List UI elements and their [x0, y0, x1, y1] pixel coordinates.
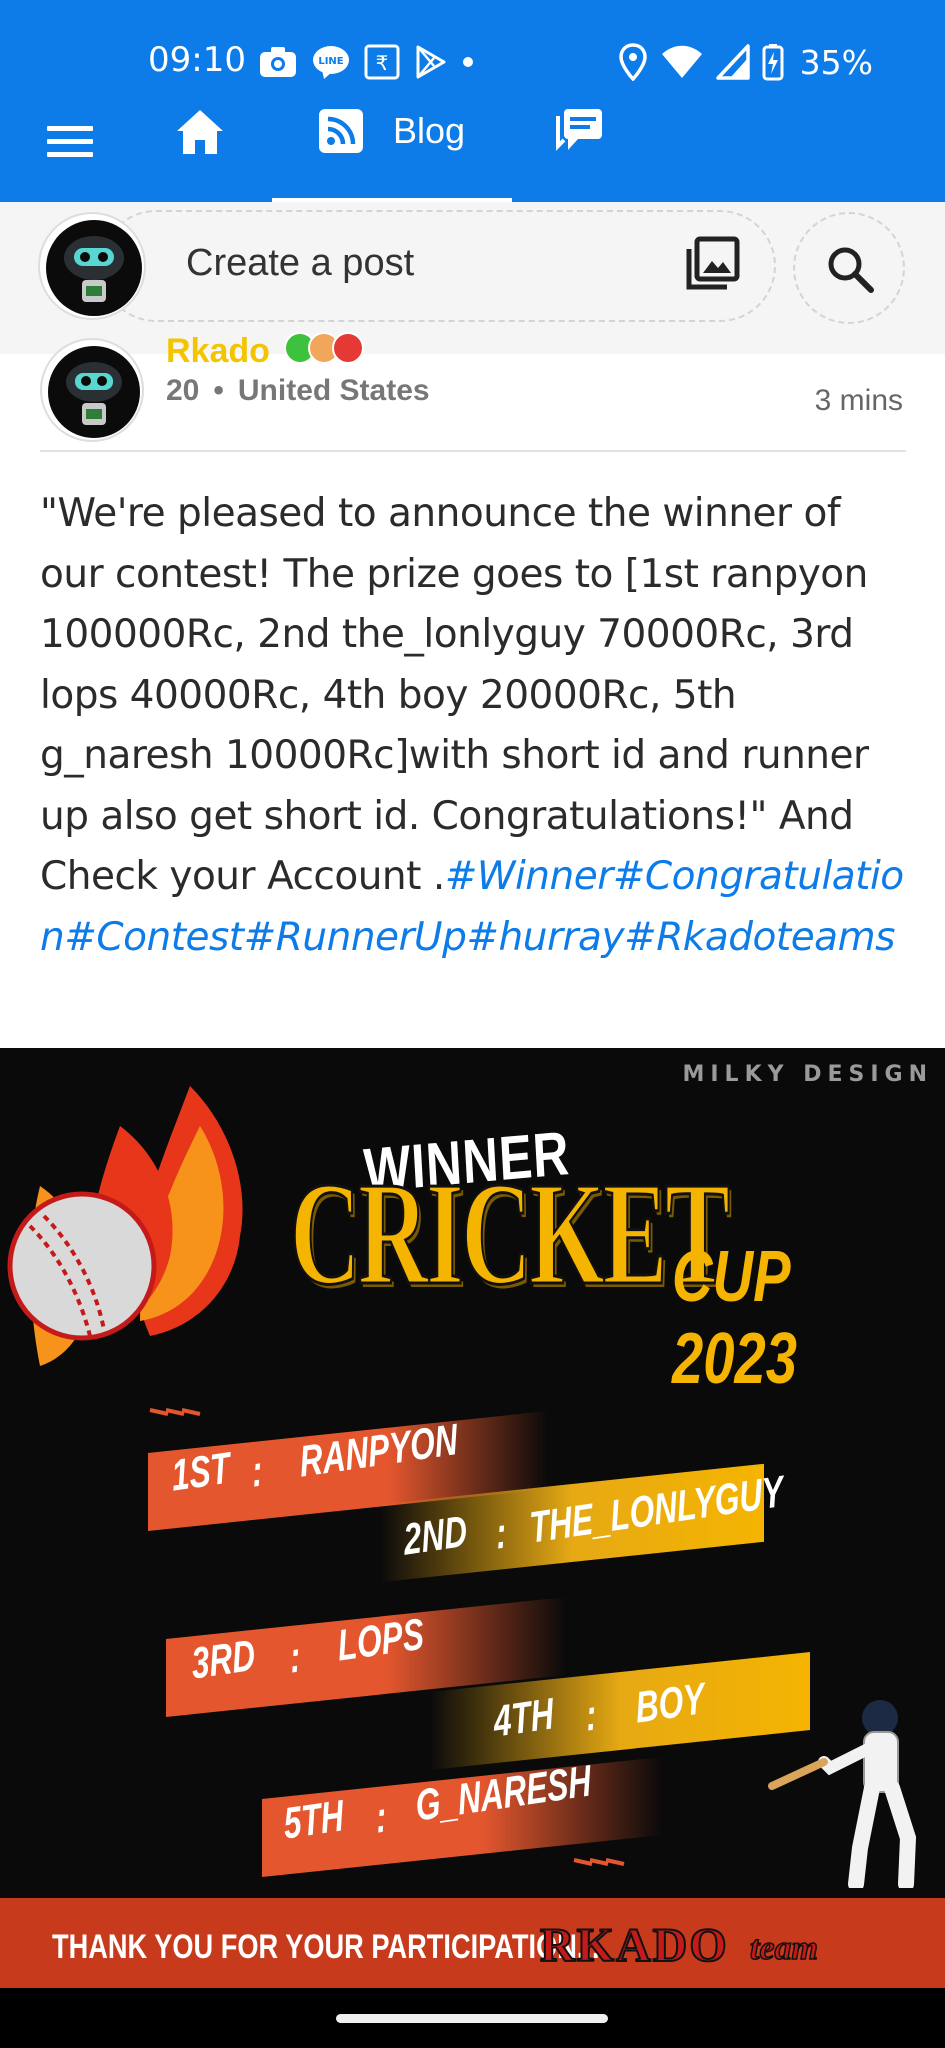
signal-icon	[715, 44, 750, 80]
search-button[interactable]	[793, 212, 905, 324]
create-post-bar: Create a post	[0, 202, 945, 354]
author-level: 20	[166, 374, 200, 407]
messages-tab[interactable]	[554, 106, 606, 158]
post-image[interactable]: MILKY DESIGN WINNER CRICKET CUP 2023 1ST…	[0, 1048, 945, 1988]
location-icon	[618, 43, 647, 81]
battery-charging-icon	[762, 44, 784, 81]
home-tab[interactable]	[174, 106, 230, 162]
post-text: "We're pleased to announce the winner of…	[40, 484, 910, 968]
system-icons: 35%	[618, 40, 873, 84]
blog-tab[interactable]: Blog	[272, 96, 512, 202]
fire-ball-icon	[7, 1086, 243, 1366]
svg-text:LINE: LINE	[318, 56, 343, 67]
deco-dashes-icon	[149, 1408, 201, 1416]
badge-red	[332, 332, 364, 364]
rupee-icon: ₹	[364, 44, 400, 80]
author-avatar[interactable]	[40, 338, 144, 442]
rank-1-place: 1ST	[170, 1443, 232, 1501]
watermark: MILKY DESIGN	[682, 1062, 933, 1087]
cricket-title: CRICKET	[289, 1152, 731, 1316]
status-time: 09:10	[148, 40, 246, 80]
app-top-bar: 09:10 LINE ₹ 35% Blog	[0, 0, 945, 202]
search-icon	[828, 247, 874, 293]
poster-footer: THANK YOU FOR YOUR PARTICIPATION... RKAD…	[0, 1898, 945, 1988]
robot-avatar-image	[46, 220, 142, 316]
rank-2-place: 2ND	[402, 1506, 469, 1565]
messages-icon	[556, 109, 602, 151]
menu-icon	[47, 126, 93, 157]
line-app-icon: LINE	[313, 46, 349, 79]
rss-icon	[319, 109, 363, 153]
rank-3-place: 3RD	[190, 1630, 257, 1689]
camera-icon	[260, 47, 296, 77]
notification-icons: LINE ₹	[258, 40, 474, 84]
brand-logo-sub: team	[749, 1929, 818, 1968]
post-divider	[40, 450, 906, 452]
robot-avatar-image	[48, 346, 140, 438]
main-nav: Blog	[0, 96, 945, 202]
author-name[interactable]: Rkado	[166, 332, 270, 368]
author-country: United States	[237, 374, 430, 407]
post-text-content: "We're pleased to announce the winner of…	[40, 491, 869, 899]
user-avatar[interactable]	[38, 212, 146, 320]
deco-dashes-icon	[573, 1858, 625, 1866]
meta-separator: •	[213, 374, 224, 407]
home-icon	[177, 110, 223, 154]
batsman-illustration	[768, 1700, 917, 1888]
brand-logo: RKADO	[539, 1918, 729, 1973]
gesture-bar	[0, 1988, 945, 2048]
thanks-text: THANK YOU FOR YOUR PARTICIPATION...	[52, 1928, 600, 1966]
svg-text:₹: ₹	[376, 51, 389, 75]
rank-4-place: 4TH	[492, 1689, 556, 1747]
play-store-icon	[416, 45, 446, 79]
author-meta: 20 • United States	[166, 374, 430, 408]
cup-subtitle: CUP 2023	[672, 1237, 797, 1399]
rank-5-place: 5TH	[282, 1791, 346, 1849]
photo-library-icon	[686, 236, 740, 290]
home-gesture-handle[interactable]	[336, 2014, 608, 2023]
blog-tab-label: Blog	[393, 110, 466, 151]
menu-button[interactable]	[44, 114, 98, 168]
rank-4-name: BOY	[634, 1674, 706, 1733]
battery-percent: 35%	[799, 42, 873, 82]
create-post-placeholder: Create a post	[186, 242, 415, 284]
author-badges	[284, 332, 364, 364]
dot-icon	[463, 57, 473, 67]
post-time: 3 mins	[814, 384, 903, 417]
post-author-row: Rkado 20 • United States 3 mins	[0, 332, 945, 454]
add-photo-button[interactable]	[683, 235, 741, 293]
wifi-icon	[661, 45, 702, 78]
